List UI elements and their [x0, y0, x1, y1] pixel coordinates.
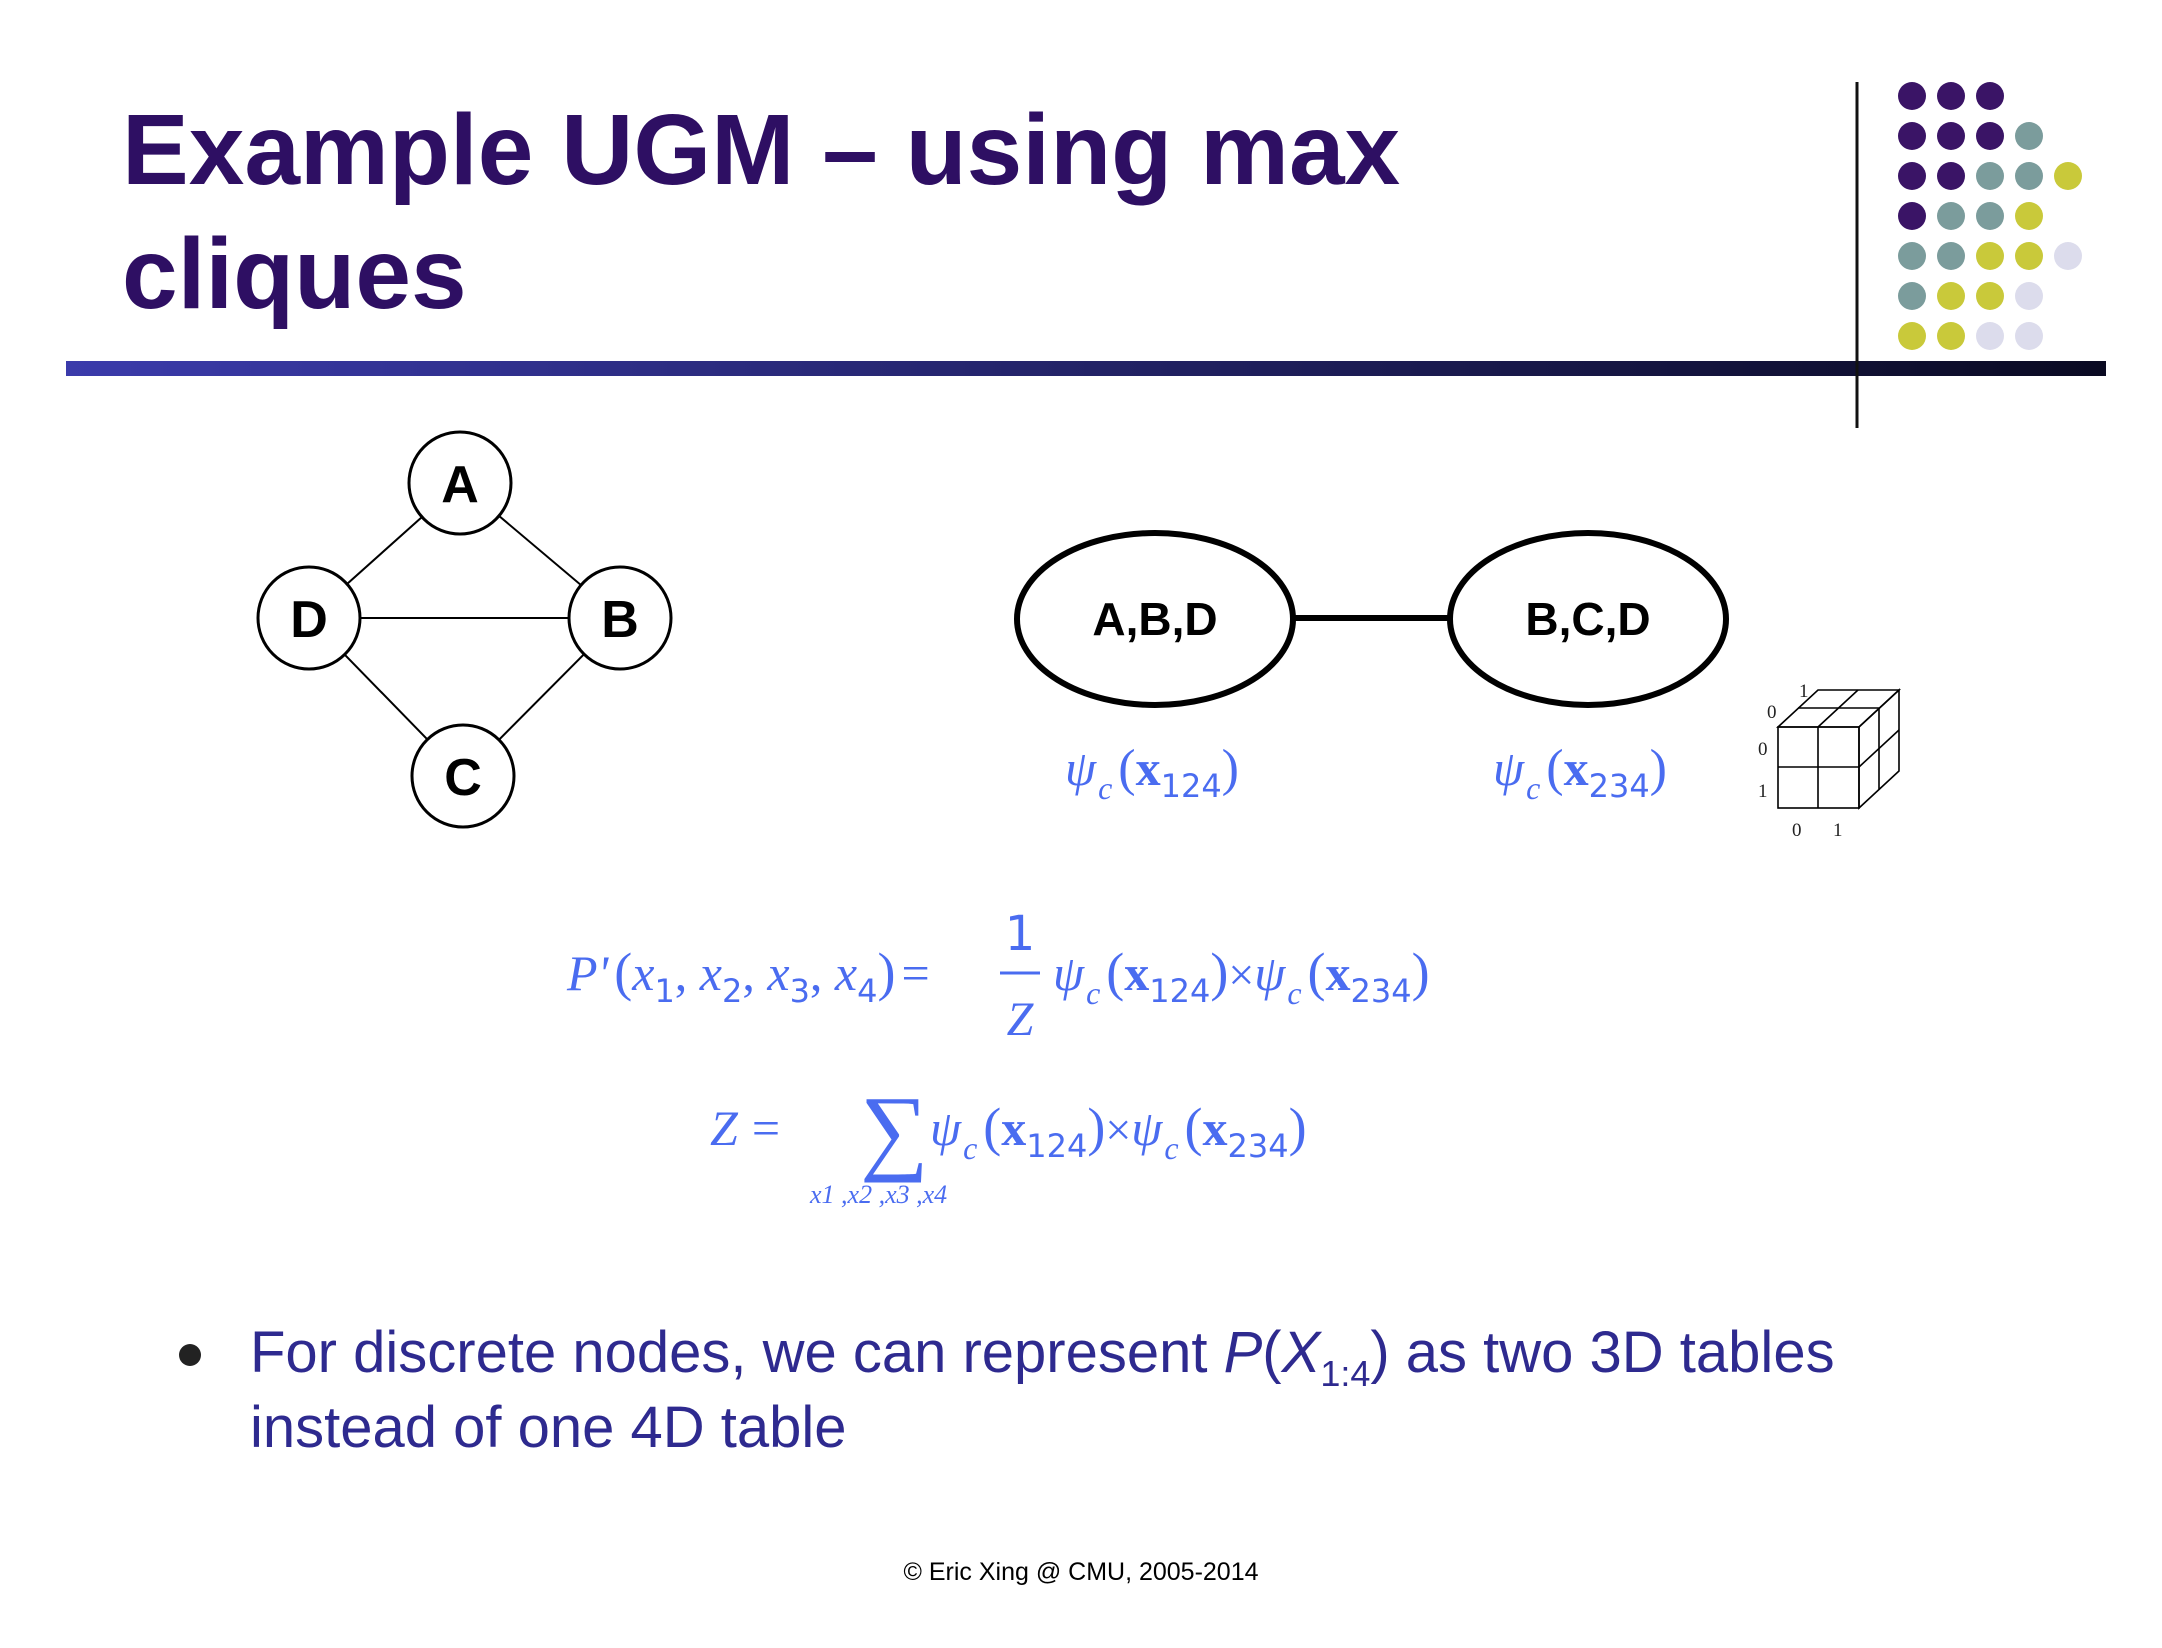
cube-tick: 0: [1758, 739, 1768, 760]
decorative-dot: [2015, 122, 2043, 150]
equation-rhs: ψc (x124)×ψc (x234): [1053, 942, 1430, 1011]
decorative-dot: [2015, 322, 2043, 350]
decorative-dot: [2015, 282, 2043, 310]
decorative-dot: [1898, 202, 1926, 230]
clique-tree: A,B,D B,C,D ψc (x124) ψc (x234): [1014, 530, 1729, 806]
graph-node-label: C: [444, 749, 482, 807]
decorative-dot: [1898, 82, 1926, 110]
graph-node-a: A: [407, 430, 513, 536]
bullet-point: [179, 1344, 201, 1366]
clique-label: A,B,D: [1092, 593, 1217, 645]
graph-node-b: B: [567, 565, 673, 671]
decorative-dot: [1976, 202, 2004, 230]
graph-node-label: B: [601, 591, 639, 649]
decorative-dot: [1898, 242, 1926, 270]
decorative-dot: [1976, 162, 2004, 190]
decorative-dot: [1937, 162, 1965, 190]
equation-lhs: P' (x1, x2, x3, x4) =: [566, 942, 930, 1010]
decorative-dot: [1976, 122, 2004, 150]
decorative-dot: [1976, 242, 2004, 270]
summation-subscript: x1 ,x2 ,x3 ,x4: [809, 1180, 947, 1209]
partition-function-equation: Z = ∑ x1 ,x2 ,x3 ,x4 ψc (x124)×ψc (x234): [710, 1076, 1307, 1209]
cube-tick-labels: 1 0 0 1 0 1: [1758, 681, 1843, 841]
graph-node-label: A: [441, 456, 479, 514]
title-underline-bar: [66, 361, 2106, 376]
cube-tick: 1: [1833, 820, 1843, 841]
graph-node-label: D: [290, 591, 328, 649]
3d-table-cube: [1775, 688, 1902, 810]
summation-sign: ∑: [860, 1076, 928, 1183]
undirected-graph: A B C D: [256, 430, 673, 829]
slide-footer: © Eric Xing @ CMU, 2005-2014: [903, 1558, 1258, 1586]
decorative-dot: [2015, 202, 2043, 230]
cube-tick: 1: [1758, 781, 1768, 802]
slide: Example UGM – using max cliques A B C D: [0, 0, 2162, 1648]
clique-node-abd: A,B,D: [1014, 530, 1296, 708]
graph-node-d: D: [256, 565, 362, 671]
graph-node-c: C: [410, 723, 516, 829]
bullet-line1: For discrete nodes, we can represent P(X…: [250, 1320, 1835, 1394]
decorative-dot: [2054, 162, 2082, 190]
clique-node-bcd: B,C,D: [1447, 530, 1729, 708]
decorative-dot: [1937, 322, 1965, 350]
slide-title-line1: Example UGM – using max: [122, 94, 1400, 206]
fraction-denominator: Z: [1007, 993, 1035, 1046]
decorative-dot: [2015, 242, 2043, 270]
slide-title-line2: cliques: [122, 218, 467, 330]
decorative-dot: [1976, 82, 2004, 110]
decorative-dot: [1898, 322, 1926, 350]
decorative-dot-grid: [1898, 82, 2082, 350]
decorative-dot: [1976, 282, 2004, 310]
decorative-dot: [1937, 82, 1965, 110]
cube-tick: 1: [1799, 681, 1809, 702]
joint-distribution-equation: P' (x1, x2, x3, x4) = 1 Z ψc (x124)×ψc (x234…: [566, 906, 1430, 1046]
decorative-dot: [1898, 162, 1926, 190]
cube-tick: 0: [1792, 820, 1802, 841]
clique-label: B,C,D: [1525, 593, 1650, 645]
decorative-dot: [1898, 282, 1926, 310]
decorative-dot: [1898, 122, 1926, 150]
decorative-dot: [1937, 202, 1965, 230]
potential-psi-124: ψc (x124): [1065, 740, 1239, 806]
decorative-dot: [2015, 162, 2043, 190]
potential-psi-234: ψc (x234): [1493, 740, 1667, 806]
decorative-dot: [2054, 242, 2082, 270]
z-lhs: Z =: [710, 1100, 780, 1156]
slide-canvas: Example UGM – using max cliques A B C D: [66, 82, 2106, 1586]
z-rhs: ψc (x124)×ψc (x234): [930, 1097, 1307, 1166]
fraction-numerator: 1: [1005, 906, 1036, 962]
decorative-dot: [1976, 322, 2004, 350]
decorative-dot: [1937, 282, 1965, 310]
decorative-dot: [1937, 242, 1965, 270]
bullet-line2: instead of one 4D table: [250, 1395, 847, 1460]
decorative-dot: [1937, 122, 1965, 150]
cube-tick: 0: [1767, 702, 1777, 723]
